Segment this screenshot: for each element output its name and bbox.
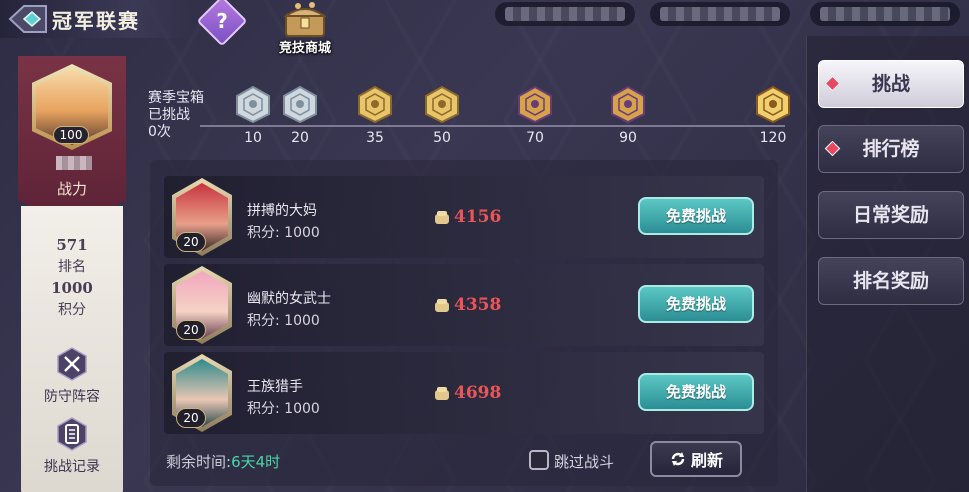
tab-rank-rewards[interactable]: 排名奖励 (818, 257, 964, 305)
challenged-count: 0次 (148, 124, 171, 140)
season-chest-label: 赛季宝箱 (148, 90, 204, 106)
season-chest-info: 赛季宝箱 已挑战 0次 (148, 90, 204, 141)
skip-battle-label[interactable]: 跳过战斗 (554, 451, 614, 472)
tab-rank-rewards-label: 排名奖励 (852, 270, 929, 292)
chest-milestone-value: 70 (526, 130, 544, 146)
notification-dot (824, 75, 841, 92)
tab-leaderboard-label: 排行榜 (862, 138, 920, 160)
opponent-level-badge: 20 (176, 408, 206, 428)
question-icon[interactable]: ? (204, 4, 240, 38)
opponent-row: 20 王族猎手 积分: 1000 4698 免费挑战 (164, 352, 764, 434)
back-arrow-icon (8, 5, 47, 33)
season-chest[interactable] (280, 84, 320, 124)
chest-icon (283, 85, 317, 124)
chest-icon (236, 85, 270, 124)
season-chest[interactable] (753, 84, 793, 124)
tab-leaderboard[interactable]: 排行榜 (818, 125, 964, 173)
season-chest[interactable] (233, 84, 273, 124)
fist-icon (435, 299, 449, 312)
free-challenge-button[interactable]: 免费挑战 (638, 285, 754, 323)
arena-shop-button[interactable]: 竞技商城 (268, 0, 342, 56)
opponent-name: 拼搏的大妈 (247, 203, 317, 219)
chest-milestone-value: 10 (244, 130, 262, 146)
opponent-score: 积分: 1000 (247, 313, 320, 329)
remaining-time-label: 剩余时间: (166, 453, 232, 471)
power-label: 战力 (56, 180, 87, 198)
chest-icon (425, 85, 459, 124)
tab-daily-rewards-label: 日常奖励 (852, 204, 929, 226)
chest-milestone-value: 50 (433, 130, 451, 146)
opponent-row: 20 拼搏的大妈 积分: 1000 4156 免费挑战 (164, 176, 764, 258)
opponent-power: 4698 (454, 383, 502, 403)
title-bar: 冠军联赛 (0, 0, 190, 38)
scroll-icon (57, 417, 87, 451)
refresh-icon (671, 452, 685, 466)
player-panel: 100 战力 571 排名 1000 积分 防守阵容 挑战记录 (18, 56, 126, 492)
opponent-level-badge: 20 (176, 320, 206, 340)
score-value: 1000 (51, 279, 93, 297)
opponent-name: 幽默的女武士 (247, 291, 331, 307)
shop-label: 竞技商城 (278, 41, 331, 56)
defense-lineup-label[interactable]: 防守阵容 (18, 386, 126, 406)
chest-progress-track (200, 125, 785, 127)
chest-icon (611, 85, 645, 124)
treasure-chest-icon (282, 2, 328, 37)
blurred-resource (505, 7, 625, 21)
player-level-badge: 100 (53, 126, 89, 144)
fist-icon (435, 387, 449, 400)
resource-bar-2 (650, 2, 790, 26)
chest-milestone-value: 35 (366, 130, 384, 146)
refresh-label: 刷新 (690, 451, 723, 470)
season-chest[interactable] (355, 84, 395, 124)
tab-challenge-label: 挑战 (871, 73, 910, 95)
free-challenge-button[interactable]: 免费挑战 (638, 197, 754, 235)
chest-icon (518, 85, 552, 124)
season-chest[interactable] (422, 84, 462, 124)
remaining-time-value: 6天4时 (231, 453, 281, 471)
opponent-row: 20 幽默的女武士 积分: 1000 4358 免费挑战 (164, 264, 764, 346)
season-chest[interactable] (515, 84, 555, 124)
challenge-record-label[interactable]: 挑战记录 (18, 456, 126, 476)
chest-milestone-value: 20 (291, 130, 309, 146)
remaining-time: 剩余时间:6天4时 (166, 451, 280, 472)
resource-bar-1 (495, 2, 635, 26)
notification-dot (824, 140, 841, 157)
blurred-resource (660, 7, 780, 21)
rank-value: 571 (56, 236, 88, 254)
refresh-button[interactable]: 刷新 (650, 441, 742, 477)
chest-icon (358, 85, 392, 124)
opponent-level-badge: 20 (176, 232, 206, 252)
page-title: 冠军联赛 (52, 8, 140, 33)
season-chest[interactable] (608, 84, 648, 124)
opponent-power: 4156 (454, 207, 502, 227)
opponent-power: 4358 (454, 295, 502, 315)
opponent-score: 积分: 1000 (247, 225, 320, 241)
crossed-swords-icon (57, 347, 87, 381)
resource-bar-3 (810, 2, 960, 26)
fist-icon (435, 211, 449, 224)
chest-icon (756, 85, 790, 124)
score-label: 积分 (58, 302, 86, 318)
tab-challenge[interactable]: 挑战 (818, 60, 964, 108)
opponent-score: 积分: 1000 (247, 401, 320, 417)
free-challenge-button[interactable]: 免费挑战 (638, 373, 754, 411)
blurred-player-name (56, 156, 92, 170)
tab-daily-rewards[interactable]: 日常奖励 (818, 191, 964, 239)
rank-label: 排名 (58, 259, 86, 275)
chest-milestone-value: 90 (619, 130, 637, 146)
challenged-label: 已挑战 (148, 107, 190, 123)
skip-battle-checkbox[interactable] (529, 450, 549, 470)
chest-milestone-value: 120 (759, 130, 787, 146)
blurred-resource (820, 7, 950, 21)
defense-lineup-button[interactable] (54, 346, 90, 382)
back-button[interactable] (8, 3, 48, 35)
challenge-record-button[interactable] (54, 416, 90, 452)
opponent-name: 王族猎手 (247, 379, 303, 395)
